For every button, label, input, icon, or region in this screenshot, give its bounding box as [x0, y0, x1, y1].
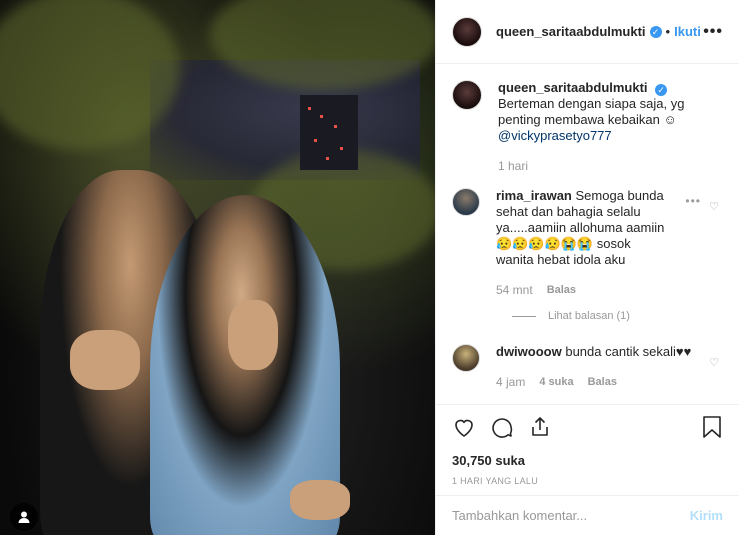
more-options-icon[interactable]: •••	[703, 23, 723, 41]
avatar[interactable]	[452, 16, 482, 47]
comment-likes[interactable]: 4 suka	[539, 374, 573, 390]
tag-user-icon[interactable]	[10, 503, 38, 531]
separator: •	[665, 24, 671, 39]
comment-input[interactable]	[452, 508, 690, 523]
comment-list: queen_saritaabdulmukti ✓ Berteman dengan…	[436, 64, 739, 404]
divider	[512, 315, 536, 317]
comment-time[interactable]: 4 jam	[496, 374, 525, 390]
comment-item: dwiwooow bunda cantik sekali♥♥ 4 jam 4 s…	[452, 344, 723, 390]
post-timestamp[interactable]: 1 HARI YANG LALU	[452, 476, 723, 486]
caption: queen_saritaabdulmukti ✓ Berteman dengan…	[452, 80, 723, 174]
caption-time[interactable]: 1 hari	[498, 158, 528, 174]
comment-username[interactable]: rima_irawan	[496, 188, 572, 203]
share-icon[interactable]	[528, 415, 552, 444]
caption-mention-link[interactable]: @vickyprasetyo777	[498, 128, 612, 143]
comment-time[interactable]: 54 mnt	[496, 282, 533, 298]
post-comment-button[interactable]: Kirim	[690, 508, 723, 523]
building	[300, 95, 358, 170]
post-sidebar: queen_saritaabdulmukti ✓ • Ikuti ••• que…	[435, 0, 739, 535]
caption-username[interactable]: queen_saritaabdulmukti	[498, 80, 648, 95]
comment-text: bunda cantik sekali♥♥	[565, 344, 692, 359]
avatar[interactable]	[452, 188, 480, 216]
like-comment-heart-icon[interactable]: ♡	[709, 356, 719, 369]
hand	[228, 300, 278, 370]
post-photo[interactable]	[0, 0, 435, 535]
follow-button[interactable]: Ikuti	[674, 24, 701, 39]
author-username[interactable]: queen_saritaabdulmukti	[496, 24, 646, 39]
like-heart-icon[interactable]	[452, 415, 476, 444]
verified-badge-icon: ✓	[655, 84, 668, 96]
hand	[70, 330, 140, 390]
caption-text: Berteman dengan siapa saja, yg penting m…	[498, 96, 685, 127]
verified-badge-icon: ✓	[649, 25, 662, 38]
comment-bubble-icon[interactable]	[490, 415, 514, 444]
like-comment-heart-icon[interactable]: ♡	[709, 200, 719, 213]
add-comment-bar: Kirim	[436, 495, 739, 535]
comment-options-icon[interactable]: •••	[685, 194, 701, 208]
post-header: queen_saritaabdulmukti ✓ • Ikuti •••	[436, 0, 739, 64]
bookmark-icon[interactable]	[701, 415, 723, 444]
reply-button[interactable]: Balas	[588, 374, 617, 390]
comment-item: rima_irawan Semoga bunda sehat dan bahag…	[452, 188, 723, 298]
hand	[290, 480, 350, 520]
reply-button[interactable]: Balas	[547, 282, 576, 298]
avatar[interactable]	[452, 344, 480, 372]
view-replies-label: Lihat balasan (1)	[548, 310, 630, 322]
likes-count[interactable]: 30,750 suka	[452, 453, 723, 468]
post-actions: 30,750 suka 1 HARI YANG LALU Kirim	[436, 404, 739, 535]
comment-username[interactable]: dwiwooow	[496, 344, 562, 359]
view-replies-button[interactable]: Lihat balasan (1)	[512, 310, 723, 322]
avatar[interactable]	[452, 80, 482, 110]
